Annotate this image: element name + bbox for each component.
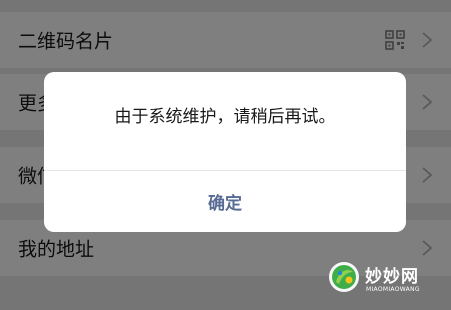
watermark-sub: MIAOMIAOWANG <box>366 286 420 293</box>
miaomiao-logo-icon <box>329 262 359 292</box>
dialog-message: 由于系统维护，请稍后再试。 <box>114 107 336 127</box>
watermark-name: 妙妙网 <box>365 267 419 287</box>
alert-dialog: 由于系统维护，请稍后再试。 确定 <box>44 72 406 232</box>
confirm-button[interactable]: 确定 <box>44 171 406 232</box>
watermark: 妙妙网 MIAOMIAOWANG <box>327 256 439 302</box>
